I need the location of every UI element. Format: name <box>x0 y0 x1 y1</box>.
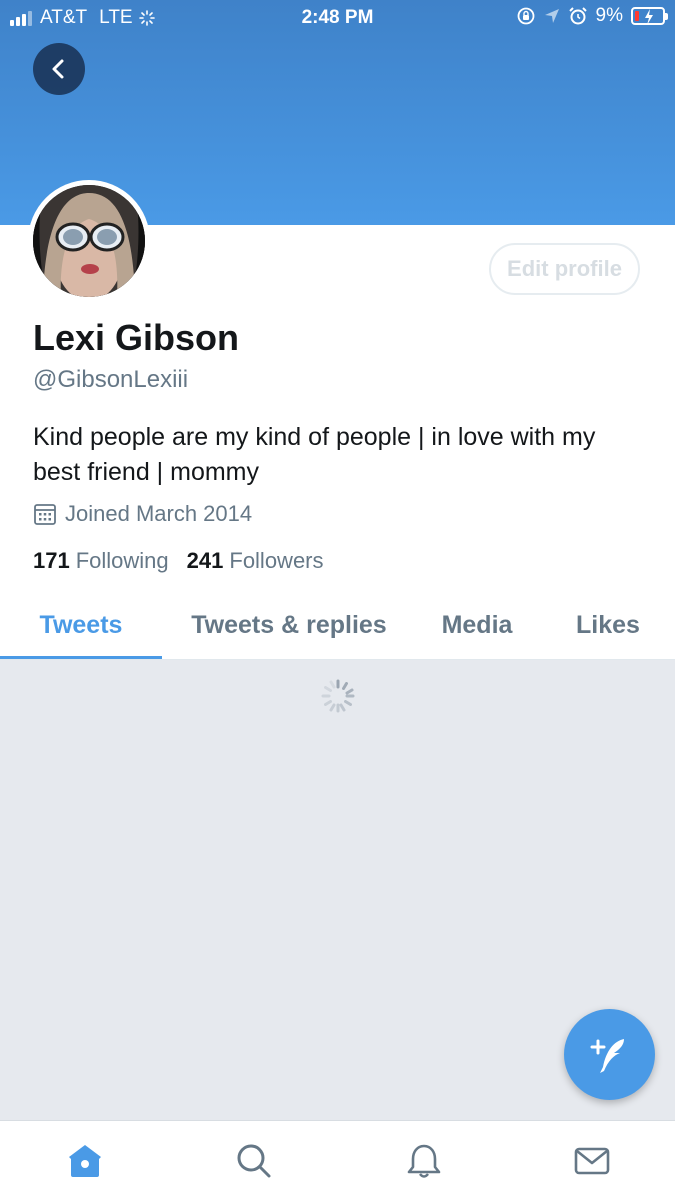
bottom-navigation <box>0 1120 675 1200</box>
nav-home[interactable] <box>65 1141 105 1181</box>
status-right: 9% <box>516 5 668 27</box>
followers-link[interactable]: 241 Followers <box>187 548 324 574</box>
following-label: Following <box>75 548 169 573</box>
chevron-left-icon <box>52 59 64 79</box>
tab-likes[interactable]: Likes <box>560 590 656 660</box>
battery-percent: 9% <box>595 5 623 26</box>
nav-search[interactable] <box>234 1141 274 1181</box>
tab-tweets[interactable]: Tweets <box>0 590 162 660</box>
profile-tabs: Tweets Tweets & replies Media Likes <box>0 590 675 660</box>
following-link[interactable]: 171 Following <box>33 548 169 574</box>
rotation-lock-icon <box>517 7 534 25</box>
active-tab-indicator <box>0 656 162 659</box>
profile-bio: Kind people are my kind of people | in l… <box>33 423 596 486</box>
location-arrow-icon <box>544 9 559 23</box>
avatar[interactable] <box>28 180 150 302</box>
compose-tweet-button[interactable] <box>564 1009 655 1100</box>
alarm-clock-icon <box>568 7 587 25</box>
avatar-image <box>33 185 145 297</box>
search-icon <box>237 1144 271 1178</box>
followers-label: Followers <box>229 548 324 573</box>
back-button[interactable] <box>33 43 85 95</box>
loading-spinner-icon <box>321 679 355 713</box>
tab-tweets-replies[interactable]: Tweets & replies <box>170 590 408 660</box>
battery-icon <box>631 7 668 25</box>
nav-notifications[interactable] <box>404 1141 444 1181</box>
home-icon <box>69 1145 101 1177</box>
tab-media[interactable]: Media <box>420 590 534 660</box>
display-name: Lexi Gibson <box>33 317 240 358</box>
followers-count: 241 <box>186 548 224 573</box>
notifications-bell-icon <box>407 1144 441 1178</box>
messages-mail-icon <box>574 1147 610 1175</box>
joined-label: Joined March 2014 <box>65 501 253 526</box>
follow-stats: 171 Following 241 Followers <box>33 548 324 574</box>
joined-date: Joined March 2014 <box>33 501 252 527</box>
calendar-icon <box>34 504 56 525</box>
nav-messages[interactable] <box>572 1141 612 1181</box>
edit-profile-button[interactable]: Edit profile <box>489 243 640 295</box>
user-handle: @GibsonLexiii <box>33 366 189 393</box>
compose-feather-icon <box>590 1038 624 1073</box>
status-bar: AT&T LTE 2:48 PM 9% <box>0 0 675 36</box>
following-count: 171 <box>33 548 70 573</box>
